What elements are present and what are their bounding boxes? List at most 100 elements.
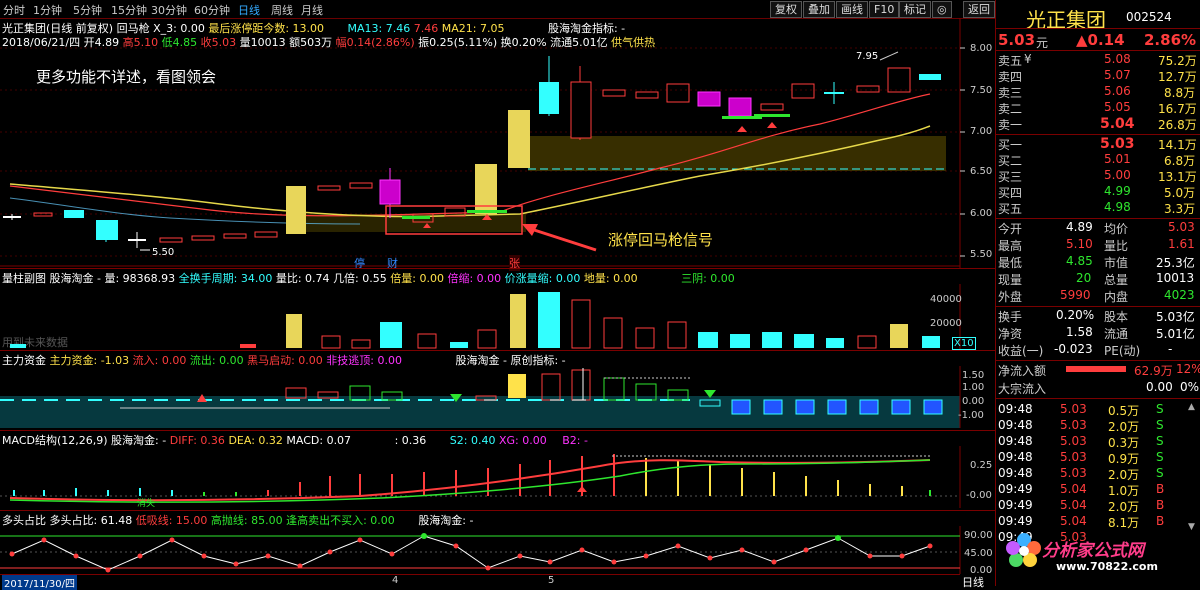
period-tab-1min[interactable]: 1分钟: [33, 2, 62, 18]
tick-row: 09:49 5.04 8.1万 B: [998, 514, 1165, 530]
f10-button[interactable]: F10: [869, 1, 900, 18]
fund-tick-0: 0.00: [962, 396, 985, 407]
macd-tick-025: 0.25: [970, 460, 993, 471]
support-zone: [528, 136, 946, 171]
bid-row-2: 买二 5.01 6.8万: [998, 152, 1196, 168]
watermark-title: 分析家公式网: [1042, 541, 1144, 561]
stat-row-low: 最低 4.85 市值 25.3亿: [998, 254, 1195, 270]
price-tick-55: 5.50: [970, 249, 993, 260]
candlestick-chart: [0, 18, 965, 268]
quote-panel: 光正集团 002524 5.03 元 ▲0.14 2.86% 卖五 ¥5.08 75…: [995, 0, 1200, 586]
ask-row-4: 卖四 5.07 12.7万: [998, 68, 1197, 84]
separator-macd: [0, 430, 995, 431]
high-price-label: 7.95: [856, 51, 879, 62]
net-inflow-label: 净流入额: [998, 364, 1047, 378]
tick-row: 09:48 5.03 0.5万 S: [998, 402, 1164, 418]
price-change-pct: 2.86%: [1144, 31, 1197, 49]
price-tick-75: 7.50: [970, 85, 993, 96]
macd-tick-0: -0.00: [966, 490, 992, 501]
fund-flow-chart: [0, 366, 961, 428]
volume-chart: [10, 284, 961, 350]
stat-row-netasset: 净资 1.58 流通 5.01亿: [998, 325, 1195, 341]
limit-up-candle-1: [286, 186, 306, 234]
back-button[interactable]: 返回: [963, 1, 995, 18]
net-inflow-row: 净流入额 62.9万 12%: [996, 362, 1200, 378]
period-tab-5min[interactable]: 5分钟: [73, 2, 102, 18]
tick-row: 09:48 5.03 2.0万 S: [998, 418, 1164, 434]
volume-unit: X10: [952, 337, 976, 350]
volume-tick-20000: 20000: [930, 318, 962, 329]
period-indicator: 日线: [962, 576, 984, 589]
bid-row-4: 买四 4.99 5.0万: [998, 184, 1196, 200]
bid-row-3: 买三 5.00 13.1万: [998, 168, 1197, 184]
stat-row-outer: 外盘 5990 内盘 4023: [998, 288, 1195, 304]
tick-row: 09:48 5.03 2.0万 S: [998, 466, 1164, 482]
price-unit: 元: [1036, 36, 1049, 50]
block-inflow-label: 大宗流入: [998, 382, 1047, 396]
signal-annotation: 涨停回马枪信号: [608, 231, 714, 249]
watermark-url: www.70822.com: [1056, 560, 1158, 573]
cursor-date: 2017/11/30/四: [2, 575, 78, 590]
tick-row: 09:48 5.03 0.9万 S: [998, 450, 1164, 466]
stat-row-turnover: 换手 0.20% 股本 5.03亿: [998, 308, 1195, 324]
volume-tick-40000: 40000: [930, 294, 962, 305]
tick-row: 09:49 5.04 1.0万 B: [998, 482, 1165, 498]
low-price-label: 5.50: [152, 247, 175, 258]
period-tab-60min[interactable]: 60分钟: [194, 2, 230, 18]
separator-volume: [0, 268, 995, 269]
fund-tick-150: 1.50: [962, 370, 985, 381]
stat-row-open: 今开 4.89 均价 5.03: [998, 220, 1195, 236]
bid-row-1: 买一 5.03 14.1万: [998, 136, 1197, 152]
period-tab-daily[interactable]: 日线: [238, 2, 260, 18]
block-inflow-row: 大宗流入 0.00 0%: [996, 380, 1200, 396]
separator-fund: [0, 350, 995, 351]
period-tab-30min[interactable]: 30分钟: [151, 2, 187, 18]
fund-tick-neg100: -1.00: [958, 410, 984, 421]
period-toolbar: 分时 1分钟 5分钟 15分钟 30分钟 60分钟 日线 周线 月线 复权 叠加…: [0, 0, 995, 19]
tick-row: 09:48 5.03 0.3万 S: [998, 434, 1164, 450]
draw-line-button[interactable]: 画线: [836, 1, 868, 18]
macd-tag: 消失: [137, 499, 156, 509]
bid-row-5: 买五 4.98 3.3万: [998, 200, 1196, 216]
last-price: 5.03: [998, 31, 1036, 49]
fund-tick-100: 1.00: [962, 382, 985, 393]
adjust-button[interactable]: 复权: [770, 1, 802, 18]
net-inflow-value: 62.9万: [1134, 364, 1173, 378]
stat-row-high: 最高 5.10 量比 1.61: [998, 237, 1195, 253]
stock-code: 002524: [1126, 10, 1172, 24]
ratio-tick-45: 45.00: [964, 548, 993, 559]
stat-row-eps: 收益(一) -0.023 PE(动) -: [998, 342, 1173, 358]
mark-button[interactable]: 标记: [899, 1, 931, 18]
ask-row-2: 卖二 5.05 16.7万: [998, 100, 1197, 116]
period-tab-intraday[interactable]: 分时: [3, 2, 25, 18]
separator-ratio: [0, 510, 995, 511]
feature-note: 更多功能不详述，看图领会: [36, 68, 217, 86]
net-inflow-pct: 12%: [1176, 362, 1200, 376]
date-axis: 2017/11/30/四 4 5: [0, 574, 960, 590]
block-inflow-value: 0.00: [1146, 380, 1173, 394]
block-inflow-pct: 0%: [1180, 380, 1200, 394]
ask-row-3: 卖三 5.06 8.8万: [998, 84, 1196, 100]
ask-row-5: 卖五 ¥5.08 75.2万: [998, 52, 1197, 68]
period-tab-15min[interactable]: 15分钟: [111, 2, 147, 18]
scroll-up-icon[interactable]: ▲: [1188, 402, 1195, 412]
price-tick-6: 6.00: [970, 208, 993, 219]
price-change: ▲0.14: [1076, 31, 1125, 49]
price-tick-65: 6.50: [970, 166, 993, 177]
scroll-down-icon[interactable]: ▼: [1188, 522, 1195, 532]
month-mark-5: 5: [548, 575, 555, 586]
period-tab-weekly[interactable]: 周线: [271, 2, 293, 18]
overlay-button[interactable]: 叠加: [803, 1, 835, 18]
ratio-tick-90: 90.00: [964, 530, 993, 541]
flower-logo-icon: [1004, 530, 1044, 570]
stat-row-volume: 现量 20 总量 10013: [998, 271, 1195, 287]
ask-row-1: 卖一 5.04 26.8万: [998, 116, 1197, 132]
net-inflow-bar: [1066, 366, 1126, 372]
target-icon[interactable]: ◎: [932, 1, 952, 18]
long-ratio-chart: [0, 526, 961, 574]
month-mark-4: 4: [392, 575, 399, 586]
price-tick-8: 8.00: [970, 43, 993, 54]
price-tick-7: 7.00: [970, 126, 993, 137]
period-tab-monthly[interactable]: 月线: [301, 2, 323, 18]
tick-row: 09:49 5.04 2.0万 B: [998, 498, 1165, 514]
